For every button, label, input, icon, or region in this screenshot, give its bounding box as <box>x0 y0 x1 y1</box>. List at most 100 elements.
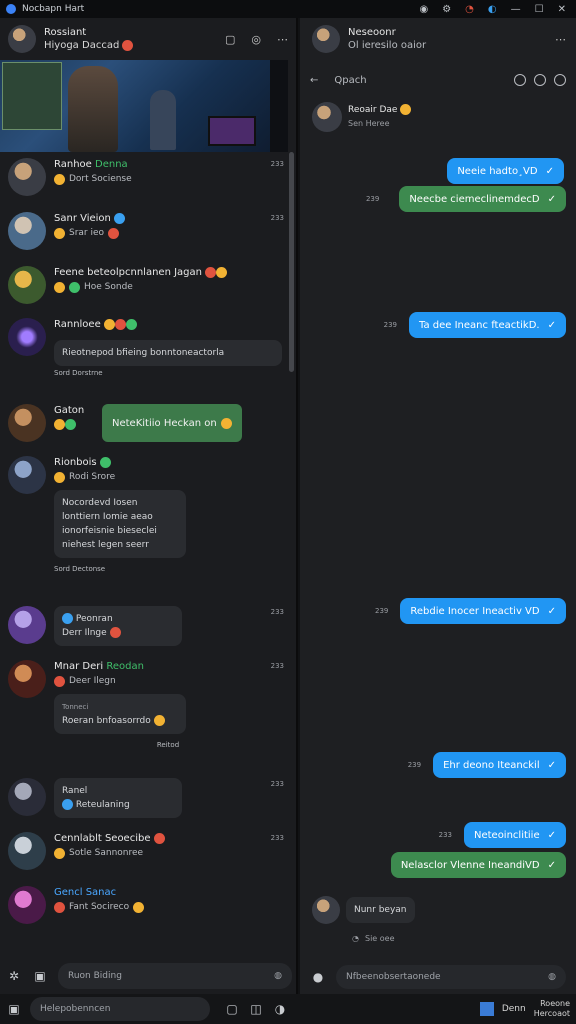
avatar[interactable] <box>312 25 340 53</box>
quoted-message: Tonneci Roeran bnfoasorrdo <box>54 694 186 734</box>
outgoing-message: 239 Ta dee Ineanc fteactikD. ✓ <box>384 312 566 338</box>
app-tray-icon[interactable] <box>479 1002 494 1016</box>
quote-author: Tonneci <box>62 703 89 711</box>
settings-icon[interactable]: ◎ <box>251 33 261 46</box>
avatar <box>8 266 46 304</box>
message-bubble: NeteKitiio Heckan on <box>102 404 242 442</box>
emoji-icon <box>54 471 65 483</box>
sticker-icon[interactable]: ✲ <box>6 969 22 983</box>
chat-time: 233 <box>270 214 284 222</box>
more-icon[interactable]: ⋯ <box>555 33 566 46</box>
conversation-pane: Neseoonr Ol ieresilo oaior ⋯ ← Qpach Reo… <box>300 18 576 994</box>
info-icon[interactable] <box>554 74 566 86</box>
tray-date: Hercoaot <box>533 1009 570 1018</box>
chat-preview: Hoe Sonde <box>84 282 133 292</box>
read-check-icon: ✓ <box>547 829 556 841</box>
bookmark-icon[interactable]: ▢ <box>225 33 235 46</box>
message-time: 239 <box>375 607 389 615</box>
message-input[interactable]: Nfbeenobsertaonede ◍ <box>336 965 566 989</box>
chat-tag: Denna <box>95 159 128 170</box>
attach-icon[interactable]: ▣ <box>32 969 48 983</box>
message-time: 239 <box>365 195 380 203</box>
avatar <box>8 318 46 356</box>
emoji-icon <box>400 104 412 115</box>
chat-preview: Fant Socireco <box>69 902 130 912</box>
chat-item[interactable]: Gaton NeteKitiio Heckan on <box>0 398 290 450</box>
conversation-header: Neseoonr Ol ieresilo oaior ⋯ <box>300 18 576 60</box>
outgoing-message: 239 Ehr deono Iteanckil ✓ <box>408 752 566 778</box>
minimize-button[interactable]: — <box>511 4 521 15</box>
chat-item[interactable]: Gencl Sanac Fant Socireco <box>0 880 290 934</box>
title-bar: Nocbapn Hart ◉ ⚙ ◔ ◐ — ☐ ✕ <box>0 0 576 18</box>
chat-list: Ranhoe Denna Dort Sociense 233 Sanr Viei… <box>0 152 290 962</box>
profile-status: Hiyoga Daccad <box>44 40 120 51</box>
scrollbar[interactable] <box>289 152 294 372</box>
emoji-icon <box>54 418 65 430</box>
emoji-icon <box>216 266 228 278</box>
chat-item[interactable]: Mnar Deri Reodan Deer Ilegn Tonneci Roer… <box>0 654 290 772</box>
emoji-icon <box>153 832 165 844</box>
camera-icon[interactable]: ◫ <box>248 1002 264 1016</box>
message-bubble: Nelasclor Vlenne IneandiVD ✓ <box>390 852 566 878</box>
sender-name: Reoair Dae <box>348 105 398 115</box>
emoji-icon <box>54 281 65 293</box>
chat-item[interactable]: Feene beteolpcnnlanen Jagan Hoe Sonde <box>0 260 290 312</box>
video-icon[interactable] <box>534 74 546 86</box>
system-tray: Denn Roeone Hercoaot <box>479 999 570 1019</box>
emoji-icon[interactable]: ◍ <box>548 972 556 982</box>
emoji-icon <box>220 417 232 429</box>
more-icon[interactable]: ⋯ <box>277 33 288 46</box>
search-label[interactable]: Qpach <box>334 75 366 86</box>
record-icon[interactable]: ◔ <box>465 4 474 15</box>
minimap <box>2 62 62 130</box>
sticker-icon[interactable]: ▢ <box>224 1002 240 1016</box>
avatar <box>8 778 46 816</box>
chat-item[interactable]: Ranhoe Denna Dort Sociense 233 <box>0 152 290 206</box>
read-check-icon: ✓ <box>547 193 556 205</box>
emoji-icon <box>109 627 121 638</box>
input-placeholder: Ruon Biding <box>68 971 122 981</box>
emoji-icon <box>99 456 111 468</box>
maximize-button[interactable]: ☐ <box>535 4 544 15</box>
emoji-icon[interactable]: ◍ <box>274 971 282 981</box>
emoji-icon <box>54 173 65 185</box>
chat-preview: Sotle Sannonree <box>69 848 144 858</box>
message-text: Nunr beyan <box>354 905 407 915</box>
chat-item[interactable]: Ranel Reteulaning 233 <box>0 772 290 826</box>
avatar[interactable] <box>8 25 36 53</box>
read-check-icon: ✓ <box>547 759 556 771</box>
search-placeholder: Helepobenncen <box>40 1004 111 1014</box>
left-compose: ✲ ▣ Ruon Biding ◍ <box>0 960 298 992</box>
chat-item[interactable]: Cennlablt Seoecibe Sotle Sannonree 233 <box>0 826 290 880</box>
back-icon[interactable]: ← <box>310 75 318 86</box>
settings-icon[interactable]: ⚙ <box>442 4 451 15</box>
message-time: 239 <box>383 321 398 329</box>
message-bubble: Neteoinclitiie ✓ <box>463 822 566 848</box>
close-button[interactable]: ✕ <box>558 4 566 15</box>
gallery-icon[interactable]: ▣ <box>6 1002 22 1016</box>
voice-icon[interactable]: ◑ <box>272 1002 288 1016</box>
outgoing-message: Neeie hadto¸VD ✓ <box>447 158 564 184</box>
emoji-icon <box>103 318 115 330</box>
chat-preview: Srar ieo <box>69 228 105 238</box>
emoji-icon <box>54 227 65 239</box>
message-text: Roeran bnfoasorrdo <box>62 716 151 726</box>
avatar <box>8 158 46 196</box>
chat-item[interactable]: Peonran Derr Ilnge 233 <box>0 600 290 654</box>
message-time: 233 <box>438 831 452 839</box>
chat-time: 233 <box>270 160 284 168</box>
banner-monitor <box>208 116 256 146</box>
notifications-icon[interactable]: ◉ <box>419 4 428 15</box>
avatar <box>8 606 46 644</box>
chat-item[interactable]: Sanr Vieion Srar ieo 233 <box>0 206 290 260</box>
profile-icon[interactable]: ◐ <box>488 4 497 15</box>
call-icon[interactable] <box>514 74 526 86</box>
read-check-icon: ✓ <box>547 605 556 617</box>
search-input[interactable]: Helepobenncen <box>30 997 210 1021</box>
game-banner[interactable] <box>0 60 288 152</box>
message-input[interactable]: Ruon Biding ◍ <box>58 963 292 989</box>
tray-time: Roeone <box>540 999 570 1008</box>
mic-icon[interactable]: ● <box>310 970 326 984</box>
chat-item[interactable]: Rannloee Rieotnepod bfieing bonntoneacto… <box>0 312 290 398</box>
chat-item[interactable]: Rionbois Rodi Srore Nocordevd Iosen lont… <box>0 450 290 600</box>
